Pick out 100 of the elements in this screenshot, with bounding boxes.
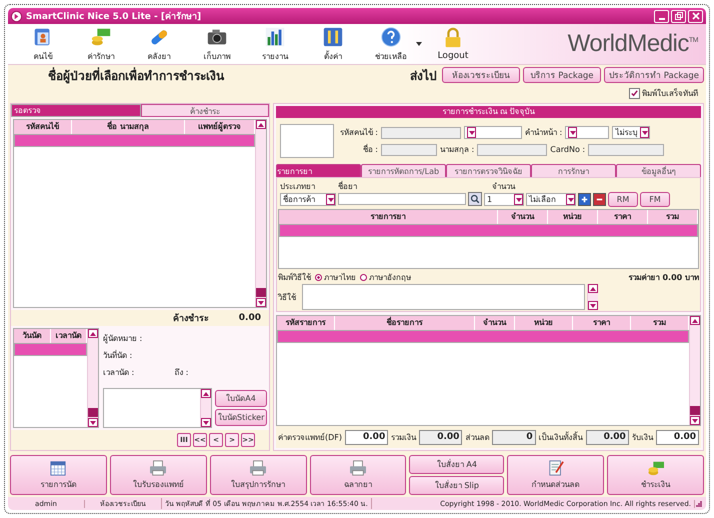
- action-button[interactable]: ใบรับรองแพทย์: [110, 455, 207, 495]
- print-button[interactable]: ใบนัดA4: [215, 390, 267, 407]
- toolbar-button[interactable]: คลังยา: [130, 26, 188, 62]
- input-field[interactable]: [381, 126, 461, 138]
- field-label: จำนวน: [492, 181, 515, 190]
- input-field[interactable]: [477, 144, 548, 156]
- scrollbar[interactable]: [586, 284, 598, 310]
- send-label: ส่งไป: [410, 68, 438, 84]
- dropdown[interactable]: ไม่เลือก: [526, 192, 576, 206]
- input-field[interactable]: [588, 144, 664, 156]
- formula-button[interactable]: FM: [640, 192, 670, 206]
- dropdown[interactable]: [565, 126, 610, 139]
- toolbar-button[interactable]: รายงาน: [246, 26, 304, 62]
- resize-grip-icon[interactable]: [695, 500, 703, 508]
- dropdown[interactable]: ไม่ระบุ: [612, 126, 650, 139]
- printer-icon: [249, 460, 268, 476]
- action-button[interactable]: รายการนัด: [10, 455, 107, 495]
- tab[interactable]: ค้างชำระ: [141, 104, 269, 117]
- scrollbar[interactable]: [87, 329, 98, 427]
- toolbar-button[interactable]: ค่ารักษา: [72, 26, 130, 62]
- plus-icon: [580, 194, 589, 204]
- field-label: ถึง :: [174, 367, 188, 379]
- language-radio[interactable]: ภาษาไทย: [315, 270, 356, 284]
- restore-icon: [674, 11, 684, 21]
- amount-field[interactable]: 0: [492, 430, 536, 444]
- tab[interactable]: ข้อมูลอื่นๆ: [616, 164, 701, 177]
- toolbar-button[interactable]: ตั้งค่า: [304, 26, 362, 62]
- total-label: รวมเงิน: [391, 432, 416, 444]
- send-button[interactable]: ห้องเวชระเบียน: [442, 67, 520, 83]
- search-button[interactable]: [468, 192, 482, 206]
- section-title: ชื่อผู้ป่วยที่เลือกเพื่อทำการชำระเงิน: [48, 66, 226, 84]
- total-label: ค่าตรวจแพทย์(DF): [278, 432, 342, 444]
- dropdown[interactable]: [464, 126, 522, 139]
- help-icon: [380, 26, 402, 48]
- drug-total: รวมค่ายา 0.00 บาท: [628, 272, 699, 284]
- remove-button[interactable]: [593, 192, 606, 206]
- note-box[interactable]: [103, 388, 212, 428]
- brand-logo: WorldMedic$^{TM}$: [568, 30, 698, 58]
- action-button[interactable]: ใบสั่งยา Slip: [409, 476, 504, 495]
- send-button[interactable]: บริการ Package: [523, 67, 602, 83]
- add-button[interactable]: [578, 192, 591, 206]
- field-label: วิธีใช้: [278, 292, 297, 304]
- checkbox-label: พิมพ์ใบเสร็จทันที: [642, 87, 698, 100]
- restore-button[interactable]: [671, 10, 686, 22]
- tab[interactable]: รายการหัตถการ/Lab: [361, 164, 446, 177]
- total-value: 0.00: [238, 313, 261, 323]
- amount-field[interactable]: 0.00: [345, 430, 388, 444]
- amount-field[interactable]: 0.00: [586, 430, 629, 444]
- close-button[interactable]: [688, 10, 703, 22]
- search-icon: [470, 194, 480, 204]
- toolbar-button[interactable]: เก็บภาพ: [188, 26, 246, 62]
- toolbar-button[interactable]: คนไข้: [14, 26, 72, 62]
- language-radio[interactable]: ภาษาอังกฤษ: [360, 270, 411, 284]
- tab[interactable]: รอตรวจ: [11, 104, 141, 117]
- total-label: เป็นเงินทั้งสิ้น: [538, 430, 583, 444]
- coins-icon: [646, 460, 665, 476]
- action-button[interactable]: ฉลากยา: [310, 455, 406, 495]
- app-icon: [11, 10, 22, 22]
- field-label: คำนำหน้า :: [525, 127, 562, 139]
- field-label: วันที่นัด :: [103, 349, 134, 362]
- input-field[interactable]: [381, 144, 437, 156]
- total-label: รับเงิน: [632, 432, 653, 444]
- panel-header: รายการชำระเงิน ณ ปัจจุบัน: [276, 106, 701, 118]
- minimize-icon: [658, 18, 664, 20]
- scrollbar[interactable]: [689, 316, 700, 425]
- field-label: รหัสคนไข้ :: [338, 127, 378, 139]
- field-label: เวลานัด :: [103, 367, 134, 379]
- send-button[interactable]: ประวัติการทำ Package: [604, 67, 704, 83]
- total-label: ส่วนลด: [465, 432, 490, 444]
- document-pen-icon: [546, 460, 565, 476]
- field-label: ผู้นัดหมาย :: [103, 333, 144, 345]
- photo-frame: [280, 124, 334, 158]
- amount-field[interactable]: 0.00: [419, 430, 462, 444]
- formula-button[interactable]: RM: [608, 192, 638, 206]
- toolbar-button[interactable]: ช่วยเหลือ: [362, 26, 420, 62]
- field-label: CardNo :: [550, 145, 586, 154]
- action-button[interactable]: ชำระเงิน: [607, 455, 704, 495]
- checkbox[interactable]: [629, 88, 640, 98]
- printer-icon: [149, 460, 168, 476]
- action-button[interactable]: กำหนดส่วนลด: [507, 455, 604, 495]
- dropdown[interactable]: ชื่อการค้า: [280, 192, 336, 206]
- amount-field[interactable]: 0.00: [656, 430, 700, 444]
- action-button[interactable]: ใบสรุปการรักษา: [210, 455, 307, 495]
- field-label: ประเภทยา: [280, 181, 316, 190]
- toolbar-button[interactable]: Logout: [424, 27, 482, 61]
- tab[interactable]: รายการตรวจวินิจฉัย: [446, 164, 531, 177]
- window-title: SmartClinic Nice 5.0 Lite - [ค่ารักษา]: [26, 10, 202, 23]
- printer-icon: [349, 460, 367, 476]
- tab[interactable]: การรักษา: [531, 164, 616, 177]
- dropdown-arrow-icon[interactable]: [416, 42, 422, 46]
- total-label: ค้างชำระ: [172, 312, 209, 325]
- print-button[interactable]: ใบนัดSticker: [215, 409, 267, 426]
- dropdown[interactable]: 1: [484, 192, 524, 206]
- field-label: นามสกุล :: [440, 144, 474, 156]
- field-label: ชื่อ :: [362, 143, 378, 156]
- scrollbar[interactable]: [255, 120, 266, 307]
- minimize-button[interactable]: [654, 10, 669, 22]
- action-button[interactable]: ใบสั่งยา A4: [409, 455, 504, 474]
- tab[interactable]: รายการยา: [276, 164, 361, 177]
- drug-name-field[interactable]: [338, 193, 466, 205]
